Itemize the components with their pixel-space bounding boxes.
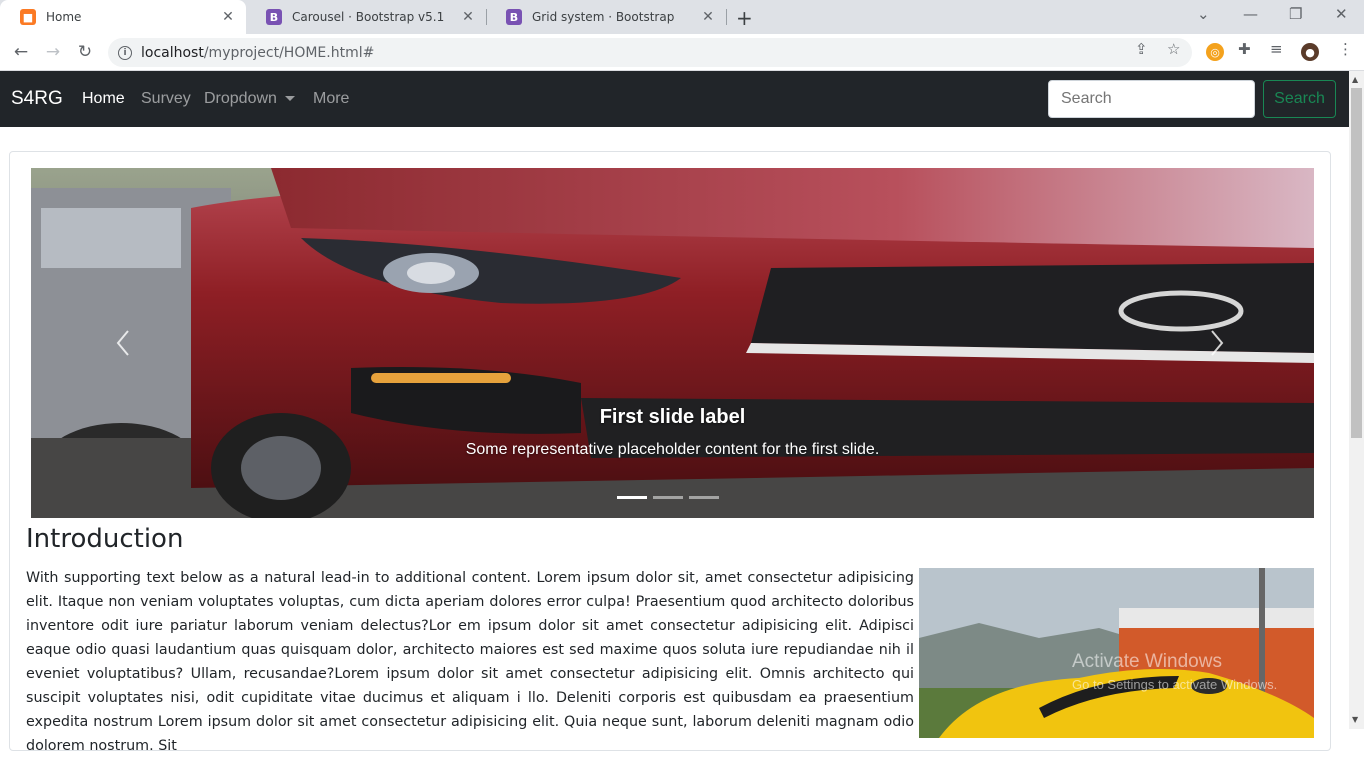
extensions-puzzle-icon[interactable]: ✚ [1238,40,1251,58]
avatar[interactable]: ● [1301,43,1319,61]
nav-link-home[interactable]: Home [82,90,125,108]
url-host: localhost [141,44,204,61]
share-icon[interactable]: ⇪ [1135,40,1148,58]
carousel-slide-image [31,168,1314,518]
carousel-caption-text: Some representative placeholder content … [465,441,880,458]
carousel-prev-button[interactable] [103,318,143,368]
close-icon[interactable]: ✕ [700,9,716,25]
scroll-down-icon[interactable]: ▼ [1352,715,1358,724]
bootstrap-icon: B [266,9,282,25]
back-icon[interactable]: ← [9,40,33,64]
carousel-next-button[interactable] [1197,318,1237,368]
nav-link-survey[interactable]: Survey [141,90,191,108]
tab-home[interactable]: ■ Home ✕ [0,0,246,34]
window-close-icon[interactable]: ✕ [1335,5,1348,23]
tab-carousel[interactable]: B Carousel · Bootstrap v5.1 ✕ [246,0,486,34]
search-button[interactable]: Search [1263,80,1336,118]
navbar: S4RG Home Survey Dropdown More Search [0,71,1349,127]
tab-divider [726,9,727,25]
caret-down-icon [284,96,295,102]
chevron-left-icon [116,330,129,356]
intro-heading: Introduction [26,524,184,554]
carousel-indicator[interactable] [617,496,647,499]
carousel-caption-title: First slide label [599,406,746,428]
tab-grid-system[interactable]: B Grid system · Bootstrap ✕ [486,0,726,34]
search-input[interactable] [1048,80,1255,118]
url-path: /myproject/HOME.html# [203,44,375,61]
nav-dropdown-label: Dropdown [204,90,277,107]
activate-windows-subtitle: Go to Settings to activate Windows. [1072,677,1278,692]
site-info-icon[interactable]: i [118,45,132,60]
extension-coin-icon[interactable]: ◎ [1206,43,1224,61]
carousel: First slide label Some representative pl… [31,168,1314,518]
close-icon[interactable]: ✕ [220,9,236,25]
nav-dropdown[interactable]: Dropdown [204,90,295,108]
close-icon[interactable]: ✕ [460,9,476,25]
scrollbar-thumb[interactable] [1351,88,1362,438]
address-bar[interactable]: i localhost/myproject/HOME.html# [108,38,1192,67]
new-tab-icon[interactable]: + [736,6,753,30]
media-queue-icon[interactable]: ≡ [1270,40,1283,58]
page-scrollbar[interactable]: ▲ ▼ [1349,71,1364,729]
browser-toolbar: ← → ↻ i localhost/myproject/HOME.html# ⇪… [0,34,1364,71]
minimize-icon[interactable]: — [1243,5,1258,23]
reload-icon[interactable]: ↻ [73,40,97,64]
navbar-brand[interactable]: S4RG [11,88,63,110]
xampp-icon: ■ [20,9,36,25]
tab-search-icon[interactable]: ⌄ [1197,5,1210,23]
scroll-up-icon[interactable]: ▲ [1352,75,1358,84]
tab-title: Carousel · Bootstrap v5.1 [292,10,445,24]
url-text: localhost/myproject/HOME.html# [141,45,374,61]
chevron-right-icon [1211,330,1224,356]
tab-strip: ■ Home ✕ B Carousel · Bootstrap v5.1 ✕ B… [0,0,1364,34]
forward-icon[interactable]: → [41,40,65,64]
bookmark-star-icon[interactable]: ☆ [1167,40,1180,58]
bootstrap-icon: B [506,9,522,25]
carousel-indicator[interactable] [689,496,719,499]
restore-icon[interactable]: ❐ [1289,5,1302,23]
menu-kebab-icon[interactable]: ⋮ [1338,40,1353,58]
carousel-indicator[interactable] [653,496,683,499]
intro-paragraph: With supporting text below as a natural … [26,570,914,754]
nav-link-more[interactable]: More [313,90,349,108]
tab-title: Grid system · Bootstrap [532,10,675,24]
carousel-indicators [617,496,719,499]
tab-title: Home [46,10,82,24]
activate-windows-title: Activate Windows [1072,651,1222,672]
